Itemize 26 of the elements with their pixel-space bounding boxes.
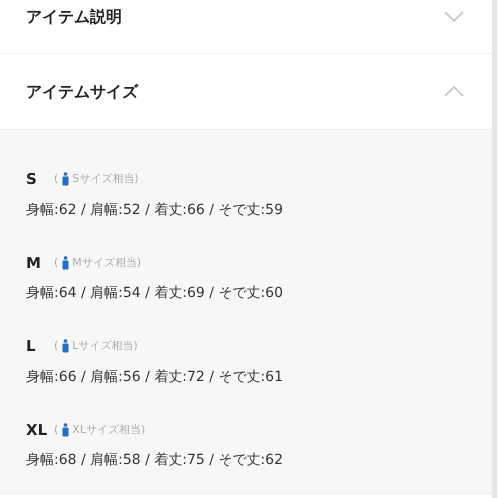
paren: ( (54, 338, 58, 354)
size-label: L (26, 336, 37, 357)
accordion-header[interactable]: アイテム説明 (0, 0, 492, 54)
size-label: S (26, 169, 38, 190)
measurements: 身幅:64 / 肩幅:54 / 着丈:69 / そで丈:60 (26, 284, 284, 303)
chevron-down-icon[interactable] (444, 11, 464, 22)
measurements: 身幅:62 / 肩幅:52 / 着丈:66 / そで丈:59 (26, 200, 284, 220)
person-icon (62, 422, 70, 437)
size-label: M (26, 252, 42, 274)
person-icon (62, 339, 70, 354)
paren: ( (54, 171, 58, 187)
size-equivalent: XLサイズ相当) (72, 422, 146, 438)
paren: ( (54, 254, 58, 270)
measurements: 身幅:66 / 肩幅:56 / 着丈:72 / そで丈:61 (26, 368, 284, 386)
section-title: アイテムサイズ (26, 80, 138, 102)
measurements: 身幅:68 / 肩幅:58 / 着丈:75 / そで丈:62 (26, 451, 284, 470)
person-icon (62, 256, 70, 270)
paren: ( (54, 422, 58, 438)
size-equivalent: Lサイズ相当) (72, 338, 138, 354)
size-label: XL (26, 420, 48, 440)
scrollbar[interactable] (492, 0, 497, 498)
person-icon (62, 172, 70, 186)
size-equivalent: Mサイズ相当) (72, 254, 142, 270)
chevron-up-icon[interactable] (444, 86, 464, 97)
size-equivalent: Sサイズ相当) (72, 171, 139, 187)
section-title: アイテム説明 (26, 6, 122, 28)
